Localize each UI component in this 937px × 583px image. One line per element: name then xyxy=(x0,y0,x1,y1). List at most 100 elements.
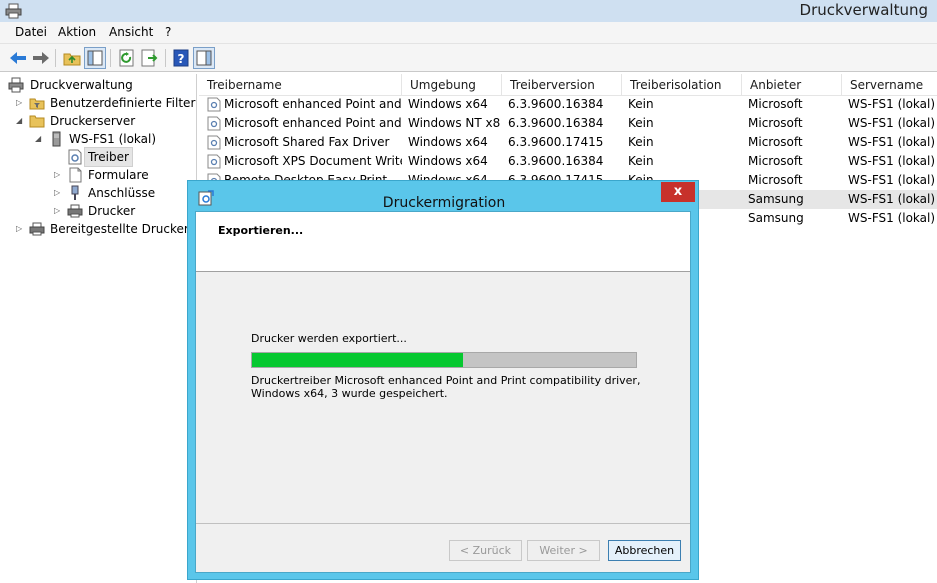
expand-arrow-icon[interactable]: ▷ xyxy=(16,94,24,112)
cell-treiberversion: 6.3.9600.16384 xyxy=(508,154,604,168)
back-button[interactable]: < Zurück xyxy=(449,540,522,561)
cell-treiberversion: 6.3.9600.16384 xyxy=(508,116,604,130)
button-separator xyxy=(196,523,690,524)
cell-umgebung: Windows x64 xyxy=(408,135,488,149)
form-icon xyxy=(69,167,82,183)
window-title: Druckverwaltung xyxy=(799,1,928,19)
tree-item-label: Druckverwaltung xyxy=(30,78,133,92)
show-hide-console-tree-icon[interactable] xyxy=(84,47,106,69)
toolbar-separator xyxy=(165,49,166,67)
cell-servername: WS-FS1 (lokal) xyxy=(848,135,936,149)
driver-icon xyxy=(68,149,82,165)
cell-treiberisolation: Kein xyxy=(628,154,654,168)
collapse-arrow-icon[interactable]: ◢ xyxy=(35,130,43,148)
cell-treiberisolation: Kein xyxy=(628,97,654,111)
cell-anbieter: Samsung xyxy=(748,192,804,206)
toolbar-separator xyxy=(110,49,111,67)
toolbar: ? xyxy=(0,44,937,72)
table-row[interactable]: Microsoft enhanced Point and ... Windows… xyxy=(199,114,937,133)
tree-item-label: WS-FS1 (lokal) xyxy=(69,132,157,146)
cell-anbieter: Samsung xyxy=(748,211,804,225)
cell-servername: WS-FS1 (lokal) xyxy=(848,154,936,168)
expand-arrow-icon[interactable]: ▷ xyxy=(54,166,62,184)
tree-item-label: Treiber xyxy=(84,147,133,167)
show-hide-action-pane-icon[interactable] xyxy=(193,47,215,69)
window-titlebar: Druckverwaltung xyxy=(0,0,937,22)
column-header-servername[interactable]: Servername xyxy=(842,74,937,95)
tree-item-label: Anschlüsse xyxy=(88,186,156,200)
console-tree: Druckverwaltung ▷ Benutzerdefinierte Fil… xyxy=(0,74,197,583)
dialog-header: Exportieren... xyxy=(196,212,690,272)
close-button[interactable]: x xyxy=(661,182,695,202)
menu-ansicht[interactable]: Ansicht xyxy=(109,25,153,39)
table-row[interactable]: Microsoft Shared Fax Driver Windows x64 … xyxy=(199,133,937,152)
printer-migration-dialog: Druckermigration x Exportieren... Drucke… xyxy=(187,180,699,580)
filter-folder-icon xyxy=(29,98,45,110)
collapse-arrow-icon[interactable]: ◢ xyxy=(16,112,24,130)
cell-servername: WS-FS1 (lokal) xyxy=(848,173,936,187)
folder-icon xyxy=(29,115,45,128)
printer-icon xyxy=(67,204,83,218)
toolbar-separator xyxy=(55,49,56,67)
cell-treiberversion: 6.3.9600.16384 xyxy=(508,97,604,111)
tree-item-label: Druckerserver xyxy=(50,114,136,128)
table-row[interactable]: Microsoft XPS Document Write... Windows … xyxy=(199,152,937,171)
cell-servername: WS-FS1 (lokal) xyxy=(848,97,936,111)
dialog-client-area: Exportieren... Drucker werden exportiert… xyxy=(195,211,691,573)
expand-arrow-icon[interactable]: ▷ xyxy=(54,184,62,202)
column-header-treiberisolation[interactable]: Treiberisolation xyxy=(622,74,742,95)
tree-item-label: Benutzerdefinierte Filter xyxy=(50,96,196,110)
dialog-title: Druckermigration xyxy=(382,195,506,211)
table-row[interactable]: Microsoft enhanced Point and ... Windows… xyxy=(199,95,937,114)
export-list-icon[interactable] xyxy=(140,48,160,68)
printer-icon xyxy=(8,77,24,93)
expand-arrow-icon[interactable]: ▷ xyxy=(54,202,62,220)
refresh-icon[interactable] xyxy=(117,48,137,68)
expand-arrow-icon[interactable]: ▷ xyxy=(16,220,24,238)
cell-treibername: Microsoft XPS Document Write... xyxy=(224,154,402,168)
tree-item-label: Formulare xyxy=(88,168,149,182)
help-icon[interactable]: ? xyxy=(171,48,191,68)
cell-anbieter: Microsoft xyxy=(748,154,803,168)
progress-bar xyxy=(251,352,637,368)
detail-text: Druckertreiber Microsoft enhanced Point … xyxy=(251,374,641,400)
printer-icon xyxy=(5,3,22,19)
column-header-treibername[interactable]: Treibername xyxy=(199,74,402,95)
cell-treibername: Microsoft Shared Fax Driver xyxy=(224,135,390,149)
printer-icon xyxy=(29,222,45,236)
forward-arrow-icon[interactable] xyxy=(31,48,51,68)
tree-item-label: Bereitgestellte Drucker xyxy=(50,222,189,236)
menu-aktion[interactable]: Aktion xyxy=(58,25,96,39)
port-icon xyxy=(71,185,79,200)
cell-umgebung: Windows x64 xyxy=(408,97,488,111)
progress-fill xyxy=(252,353,464,367)
column-header-umgebung[interactable]: Umgebung xyxy=(402,74,502,95)
cell-umgebung: Windows NT x86 xyxy=(408,116,500,130)
cell-anbieter: Microsoft xyxy=(748,173,803,187)
status-text: Drucker werden exportiert... xyxy=(251,332,407,345)
cell-anbieter: Microsoft xyxy=(748,97,803,111)
svg-text:?: ? xyxy=(178,52,185,66)
cell-servername: WS-FS1 (lokal) xyxy=(848,211,936,225)
next-button[interactable]: Weiter > xyxy=(527,540,600,561)
cell-treiberversion: 6.3.9600.17415 xyxy=(508,135,604,149)
page-heading: Exportieren... xyxy=(218,224,304,237)
list-header: Treibername Umgebung Treiberversion Trei… xyxy=(199,74,937,96)
cell-umgebung: Windows x64 xyxy=(408,154,488,168)
cell-anbieter: Microsoft xyxy=(748,116,803,130)
cancel-button[interactable]: Abbrechen xyxy=(608,540,681,561)
cell-treibername: Microsoft enhanced Point and ... xyxy=(224,116,402,130)
menu-datei[interactable]: Datei xyxy=(15,25,47,39)
cell-servername: WS-FS1 (lokal) xyxy=(848,192,936,206)
cell-treiberisolation: Kein xyxy=(628,135,654,149)
column-header-treiberversion[interactable]: Treiberversion xyxy=(502,74,622,95)
cell-treiberisolation: Kein xyxy=(628,116,654,130)
up-folder-icon[interactable] xyxy=(62,48,82,68)
server-icon xyxy=(52,131,61,147)
column-header-anbieter[interactable]: Anbieter xyxy=(742,74,842,95)
cell-treibername: Microsoft enhanced Point and ... xyxy=(224,97,402,111)
cell-servername: WS-FS1 (lokal) xyxy=(848,116,936,130)
menu-help[interactable]: ? xyxy=(165,25,171,39)
back-arrow-icon[interactable] xyxy=(8,48,28,68)
cell-anbieter: Microsoft xyxy=(748,135,803,149)
